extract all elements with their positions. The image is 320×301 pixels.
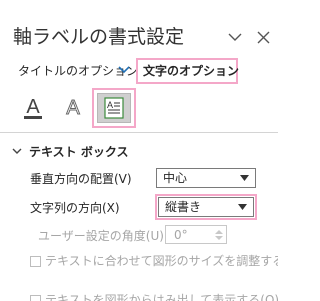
textbox-button[interactable]: A	[92, 88, 136, 128]
chevron-down-icon[interactable]	[118, 65, 130, 75]
svg-text:A: A	[66, 97, 80, 119]
textbox-button-bg: A	[97, 93, 131, 123]
text-fill-outline-icon: A	[24, 96, 42, 119]
text-fill-outline-button[interactable]: A	[18, 92, 48, 122]
autofit-checkbox[interactable]	[30, 256, 41, 267]
overflow-checkbox[interactable]	[30, 295, 41, 301]
custom-angle-spinner[interactable]: 0°	[165, 225, 227, 244]
chevron-down-icon	[12, 148, 22, 154]
format-axis-title-pane: 軸ラベルの書式設定 タイトルのオプション 文字のオプション A A A テキスト…	[0, 0, 278, 301]
category-icon-row: A A A	[0, 88, 278, 132]
vertical-alignment-select[interactable]: 中心	[156, 168, 256, 188]
text-effects-icon: A	[66, 97, 81, 120]
text-direction-value: 縦書き	[165, 200, 202, 214]
autofit-label: テキストに合わせて図形のサイズを調整する	[45, 254, 278, 268]
pane-close-button[interactable]	[254, 28, 272, 46]
overflow-label: テキストを図形からはみ出して表示する(O)	[45, 293, 278, 301]
text-effects-button[interactable]: A	[58, 92, 88, 122]
vertical-alignment-label: 垂直方向の配置(V)	[30, 172, 132, 186]
pane-options-button[interactable]	[226, 28, 244, 46]
divider	[0, 132, 278, 133]
section-title: テキスト ボックス	[29, 145, 129, 159]
vertical-alignment-value: 中心	[163, 171, 188, 185]
textbox-icon: A	[104, 97, 124, 119]
text-direction-select[interactable]: 縦書き	[158, 197, 254, 217]
dropdown-arrow-icon	[238, 204, 247, 210]
close-icon	[257, 31, 269, 43]
text-direction-label: 文字列の方向(X)	[30, 201, 120, 215]
custom-angle-label: ユーザー設定の角度(U)	[38, 229, 164, 243]
options-tabs: タイトルのオプション 文字のオプション	[10, 58, 250, 84]
chevron-down-icon	[228, 33, 242, 41]
custom-angle-value: 0°	[174, 228, 188, 242]
pane-title: 軸ラベルの書式設定	[13, 26, 185, 48]
spinner-arrows-icon	[215, 230, 223, 240]
svg-text:A: A	[107, 100, 113, 110]
tab-text-options-label: 文字のオプション	[143, 64, 240, 78]
dropdown-arrow-icon	[240, 175, 249, 181]
tab-text-options[interactable]: 文字のオプション	[136, 58, 240, 84]
svg-text:A: A	[26, 96, 40, 118]
